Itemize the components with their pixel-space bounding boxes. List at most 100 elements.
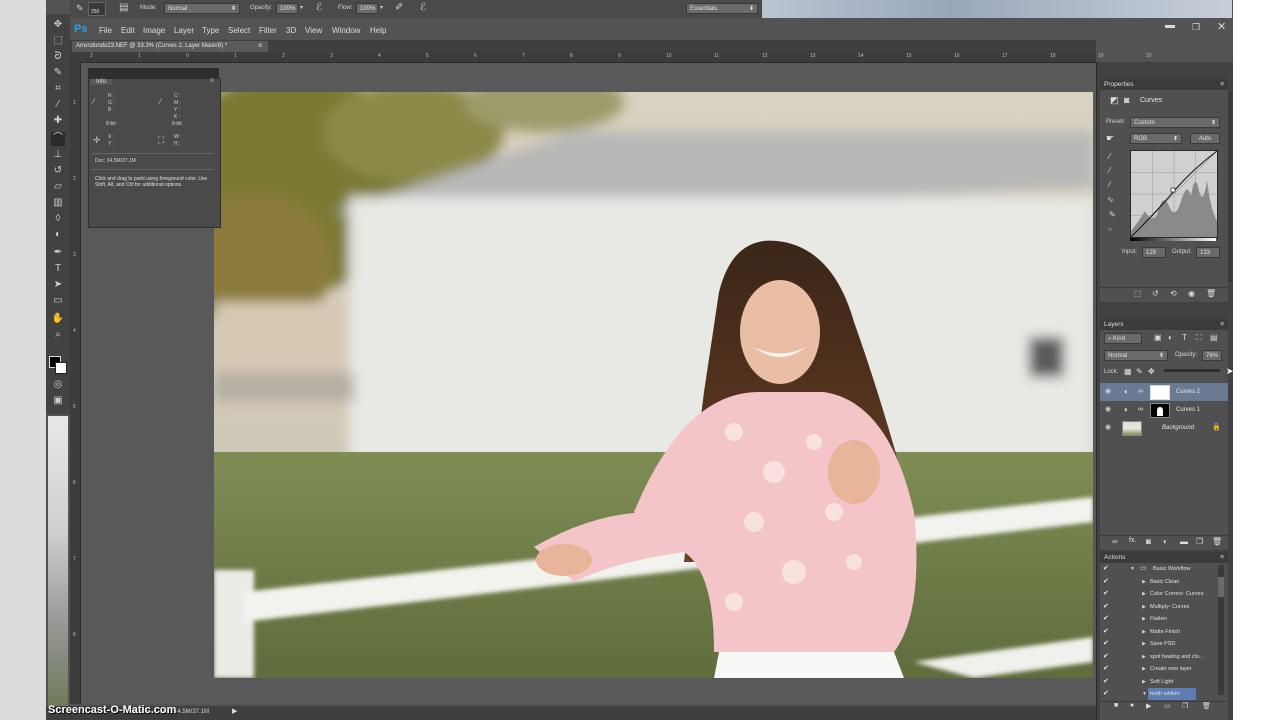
info-panel-tab[interactable]: Info xyxy=(90,79,113,85)
minimize-window-icon[interactable]: ▬ xyxy=(1165,20,1175,31)
brush-size-picker[interactable]: 250 xyxy=(88,2,106,16)
action-item[interactable]: ✔ ▶ Matte Finish xyxy=(1100,626,1228,638)
layer-mask-thumbnail[interactable] xyxy=(1150,403,1170,418)
checkmark-icon[interactable]: ✔ xyxy=(1103,626,1109,638)
menu-filter[interactable]: Filter xyxy=(259,26,277,35)
lock-transparent-icon[interactable]: ▦ xyxy=(1124,367,1132,376)
filter-type-icon[interactable]: T xyxy=(1182,333,1187,342)
properties-scrollbar[interactable] xyxy=(1228,92,1232,282)
crop-tool-icon[interactable]: ⌗ xyxy=(51,82,65,96)
lock-position-icon[interactable]: ✥ xyxy=(1148,367,1155,376)
reset-adjustment-icon[interactable]: ⟲ xyxy=(1170,289,1177,298)
panel-menu-icon[interactable]: ≡ xyxy=(1220,319,1224,330)
clip-to-layer-icon[interactable]: ⬚ xyxy=(1134,289,1142,298)
link-icon[interactable]: ∞ xyxy=(1138,401,1143,419)
action-item[interactable]: ✔ ▶ Multiply- Curves xyxy=(1100,601,1228,613)
play-selection-icon[interactable]: ▶ xyxy=(1146,702,1151,710)
shape-tool-icon[interactable]: ▭ xyxy=(51,294,65,308)
visibility-eye-icon[interactable]: ◉ xyxy=(1105,383,1111,401)
checkmark-icon[interactable]: ✔ xyxy=(1103,638,1109,650)
collapsed-arrow-icon[interactable]: ▶ xyxy=(1142,651,1146,663)
menu-edit[interactable]: Edit xyxy=(121,26,135,35)
panel-menu-icon[interactable]: ≡ xyxy=(210,78,214,84)
eyedropper-tool-icon[interactable]: ⁄ xyxy=(51,98,65,112)
lasso-tool-icon[interactable]: ᘐ xyxy=(51,50,65,64)
checkmark-icon[interactable]: ✔ xyxy=(1103,651,1109,663)
visibility-eye-icon[interactable]: ◉ xyxy=(1105,401,1111,419)
eraser-tool-icon[interactable]: ▱ xyxy=(51,180,65,194)
toggle-visibility-icon[interactable]: ◉ xyxy=(1188,289,1195,298)
close-window-icon[interactable]: ✕ xyxy=(1217,20,1226,33)
collapsed-arrow-icon[interactable]: ▶ xyxy=(1142,626,1146,638)
tablet-pressure-size-icon[interactable]: ℰ xyxy=(420,2,426,13)
panel-menu-icon[interactable]: ≡ xyxy=(1220,79,1224,90)
move-tool-icon[interactable]: ✥ xyxy=(51,18,65,32)
collapsed-arrow-icon[interactable]: ▶ xyxy=(1142,676,1146,688)
checkmark-icon[interactable]: ✔ xyxy=(1103,576,1109,588)
layer-opacity-input[interactable]: 76% xyxy=(1202,350,1222,361)
menu-type[interactable]: Type xyxy=(202,26,219,35)
checkmark-icon[interactable]: ✔ xyxy=(1103,588,1109,600)
delete-layer-icon[interactable]: 🗑 xyxy=(1212,537,1222,546)
photo-canvas[interactable] xyxy=(214,92,1093,678)
clone-stamp-tool-icon[interactable]: ⊥ xyxy=(51,148,65,162)
mode-dropdown[interactable]: Normal ⬍ xyxy=(164,3,240,14)
screen-mode-icon[interactable]: ▣ xyxy=(51,394,65,408)
sample-white-point-icon[interactable]: ⁄ xyxy=(1109,180,1110,189)
document-tab[interactable]: Arrendondo23.NEF @ 33.3% (Curves 2, Laye… xyxy=(72,41,268,52)
action-item[interactable]: ✔ ▶ spot healing and clo... xyxy=(1100,651,1228,663)
visibility-eye-icon[interactable]: ◉ xyxy=(1105,419,1111,437)
sample-gray-point-icon[interactable]: ⁄ xyxy=(1109,166,1110,175)
new-group-icon[interactable]: ▬ xyxy=(1180,537,1188,546)
begin-recording-icon[interactable]: ● xyxy=(1130,702,1134,709)
close-tab-icon[interactable]: × xyxy=(258,41,263,50)
checkmark-icon[interactable]: ✔ xyxy=(1103,688,1109,700)
filter-adjustment-icon[interactable]: ◐ xyxy=(1168,333,1173,342)
action-item[interactable]: ✔ ▶ Create new layer xyxy=(1100,663,1228,675)
stop-recording-icon[interactable]: ■ xyxy=(1114,702,1118,709)
action-set-basic-workflow[interactable]: ✔ ▼ ▭ Basic Workflow xyxy=(1100,563,1228,575)
add-layer-style-icon[interactable]: fx. xyxy=(1129,537,1136,544)
add-mask-icon[interactable]: ◙ xyxy=(1146,537,1151,546)
healing-tool-icon[interactable]: ✚ xyxy=(51,114,65,128)
filter-shape-icon[interactable]: ⛶ xyxy=(1196,333,1202,343)
layer-mask-icon[interactable]: ◙ xyxy=(1124,95,1129,105)
collapsed-arrow-icon[interactable]: ▶ xyxy=(1142,663,1146,675)
checkmark-icon[interactable]: ✔ xyxy=(1103,663,1109,675)
marquee-tool-icon[interactable]: ⬚ xyxy=(51,34,65,48)
tablet-pressure-opacity-icon[interactable]: ℰ xyxy=(316,2,322,13)
menu-image[interactable]: Image xyxy=(143,26,165,35)
smooth-curve-icon[interactable]: ≈ xyxy=(1108,225,1112,234)
flow-input[interactable]: 100% xyxy=(356,3,378,14)
menu-layer[interactable]: Layer xyxy=(174,26,194,35)
new-set-icon[interactable]: ▭ xyxy=(1164,702,1171,710)
new-adjustment-layer-icon[interactable]: ◐ xyxy=(1163,537,1168,546)
preset-dropdown[interactable]: Custom ⬍ xyxy=(1130,117,1220,128)
action-item[interactable]: ✔ ▶ Save PSD xyxy=(1100,638,1228,650)
expanded-arrow-icon[interactable]: ▼ xyxy=(1130,563,1135,575)
filter-pixel-icon[interactable]: ▣ xyxy=(1154,333,1162,342)
checkmark-icon[interactable]: ✔ xyxy=(1103,613,1109,625)
quick-select-tool-icon[interactable]: ✎ xyxy=(51,66,65,80)
curve-pencil-icon[interactable]: ✎ xyxy=(1109,210,1116,219)
input-field[interactable]: 129 xyxy=(1142,247,1166,258)
brush-panel-toggle-icon[interactable]: ▤ xyxy=(119,2,128,13)
action-item[interactable]: ✔ ▶ Color Correct- Curves xyxy=(1100,588,1228,600)
link-icon[interactable]: ∞ xyxy=(1138,383,1143,401)
background-color-swatch[interactable] xyxy=(55,362,67,374)
collapsed-arrow-icon[interactable]: ▶ xyxy=(1142,638,1146,650)
zoom-tool-icon[interactable]: ⌕ xyxy=(51,328,65,342)
hand-tool-icon[interactable]: ✋ xyxy=(51,312,65,326)
background-thumbnail[interactable] xyxy=(1122,421,1142,436)
airbrush-icon[interactable]: ✐ xyxy=(395,2,403,13)
filter-smart-object-icon[interactable]: ▤ xyxy=(1210,333,1218,342)
layers-panel-tab[interactable]: Layers xyxy=(1104,321,1124,328)
actions-panel-tab[interactable]: Actions xyxy=(1104,554,1125,561)
collapsed-arrow-icon[interactable]: ▶ xyxy=(1142,601,1146,613)
quick-mask-icon[interactable]: ◎ xyxy=(51,378,65,392)
expanded-arrow-icon[interactable]: ▼ xyxy=(1142,688,1147,700)
menu-view[interactable]: View xyxy=(305,26,322,35)
workspace-dropdown[interactable]: Essentials ⬍ xyxy=(686,3,758,14)
action-item[interactable]: ✔ ▶ Flatten xyxy=(1100,613,1228,625)
panel-menu-icon[interactable]: ≡ xyxy=(1220,552,1224,563)
